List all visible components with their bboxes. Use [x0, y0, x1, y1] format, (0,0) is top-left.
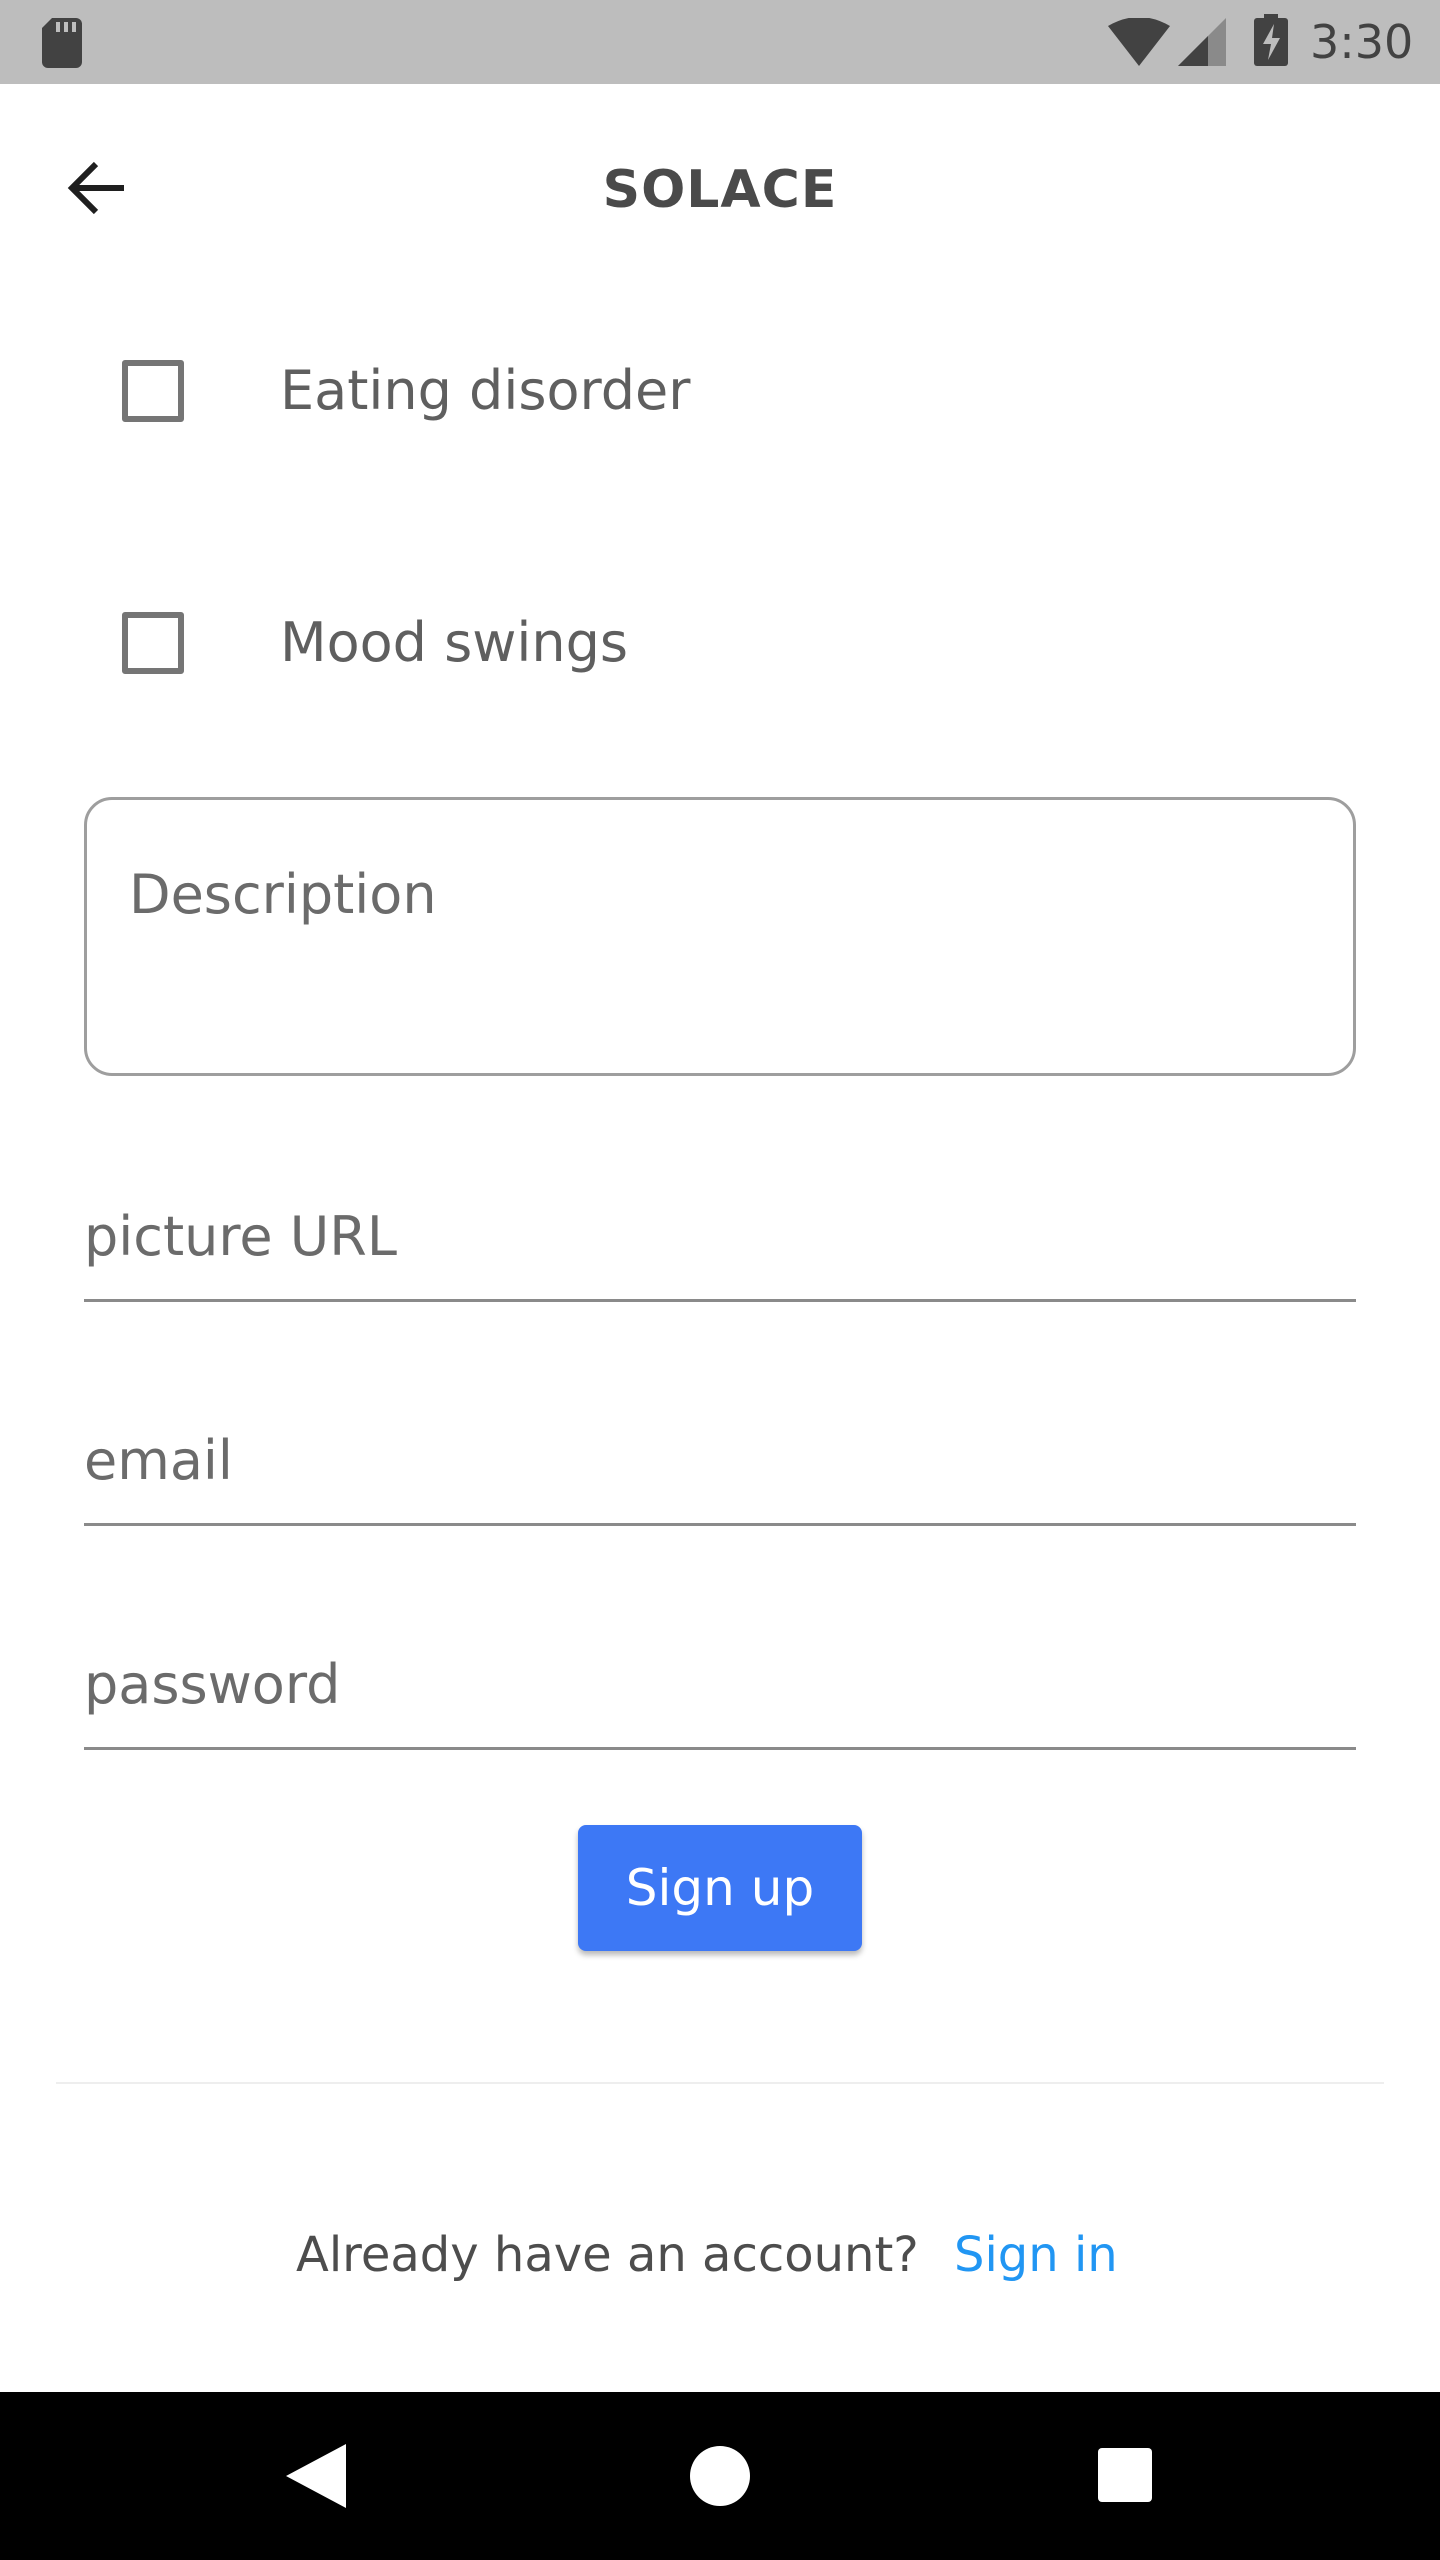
sd-card-icon	[42, 18, 82, 68]
email-placeholder: email	[84, 1429, 233, 1492]
nav-home-icon[interactable]	[690, 2446, 750, 2506]
app-title: SOLACE	[602, 160, 838, 220]
picture-url-field[interactable]: picture URL	[84, 1172, 1356, 1302]
nav-back-icon[interactable]	[286, 2444, 346, 2508]
email-field[interactable]: email	[84, 1396, 1356, 1526]
battery-charging-icon	[1254, 14, 1288, 66]
already-have-account-text: Already have an account?	[296, 2227, 919, 2283]
nav-recents-icon[interactable]	[1098, 2448, 1152, 2502]
sign-in-row: Already have an account? Sign in	[0, 2215, 1440, 2295]
app-bar: SOLACE	[0, 84, 1440, 280]
password-placeholder: password	[84, 1653, 341, 1716]
eating-disorder-checkbox[interactable]	[122, 360, 184, 422]
wifi-icon	[1108, 18, 1170, 66]
checkbox-row-mood-swings[interactable]: Mood swings	[0, 568, 1440, 718]
checkbox-label: Mood swings	[280, 611, 629, 674]
picture-url-placeholder: picture URL	[84, 1205, 397, 1268]
status-bar: 3:30	[0, 0, 1440, 84]
description-placeholder: Description	[129, 863, 437, 926]
sign-up-button[interactable]: Sign up	[578, 1825, 862, 1951]
checkbox-label: Eating disorder	[280, 359, 691, 422]
checkbox-row-eating-disorder[interactable]: Eating disorder	[0, 316, 1440, 466]
signal-icon	[1178, 18, 1226, 66]
back-button[interactable]	[50, 140, 146, 236]
status-time: 3:30	[1310, 15, 1414, 69]
navigation-bar	[0, 2392, 1440, 2560]
mood-swings-checkbox[interactable]	[122, 612, 184, 674]
arrow-left-icon	[67, 161, 124, 215]
description-field[interactable]: Description	[84, 797, 1356, 1076]
sign-in-link[interactable]: Sign in	[954, 2215, 1118, 2295]
password-field[interactable]: password	[84, 1620, 1356, 1750]
sign-up-screen: 3:30 SOLACE Eating disorder Mood swings …	[0, 0, 1440, 2560]
divider	[56, 2082, 1384, 2084]
